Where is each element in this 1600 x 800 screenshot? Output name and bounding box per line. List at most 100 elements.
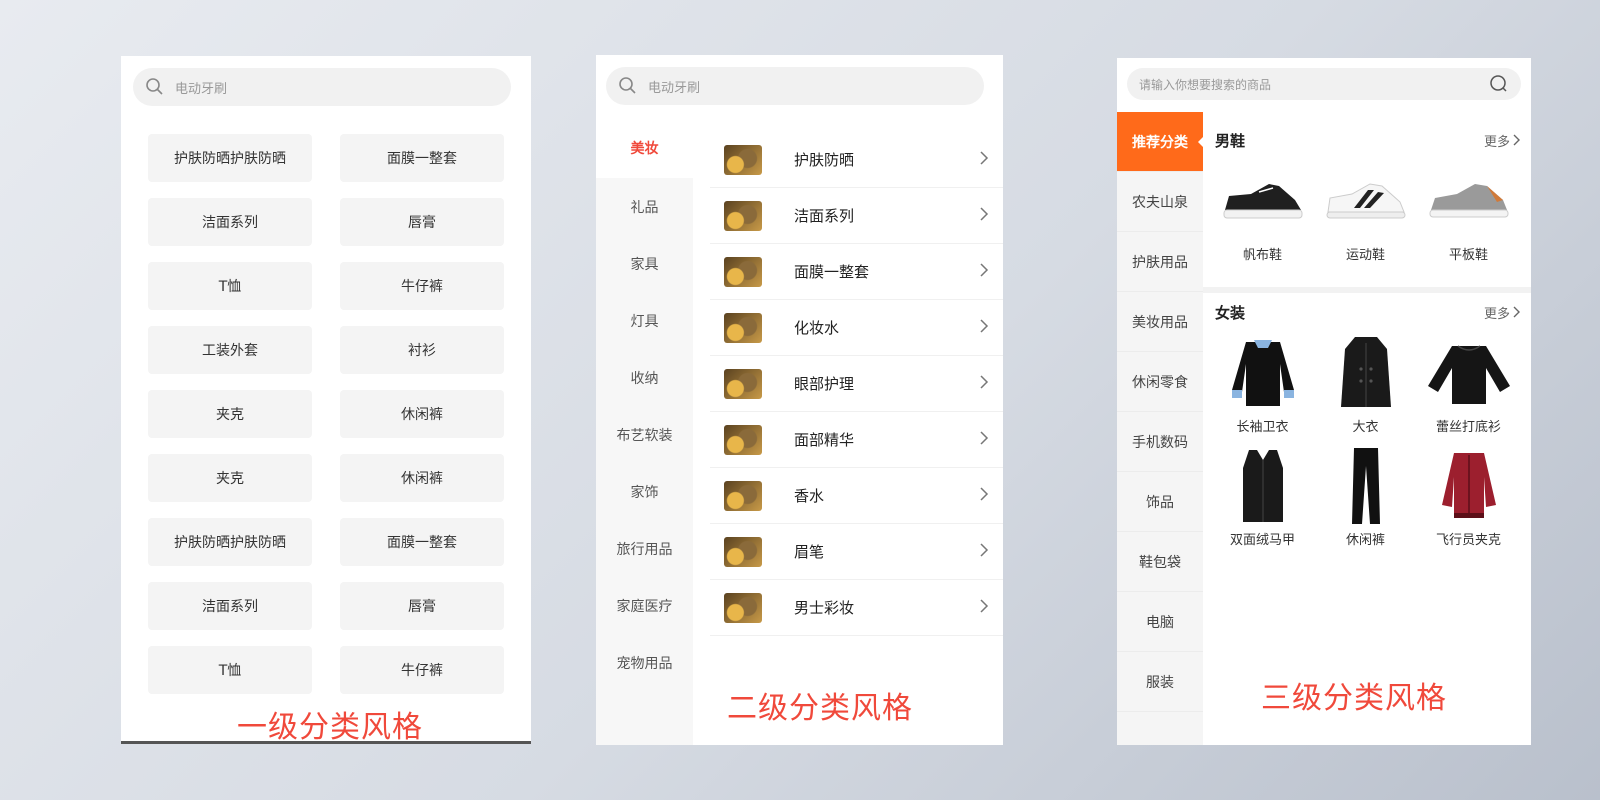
list-item-label: 洁面系列 <box>794 207 855 225</box>
sidebar-item[interactable]: 旅行用品 <box>596 520 693 577</box>
sidebar-item[interactable]: 鞋包袋 <box>1117 532 1203 592</box>
list-item-label: 男士彩妆 <box>794 599 855 617</box>
sidebar-item[interactable]: 休闲零食 <box>1117 352 1203 412</box>
chevron-right-icon <box>980 207 989 221</box>
category-chip[interactable]: 护肤防晒护肤防晒 <box>148 518 312 566</box>
sidebar-item[interactable]: 美妆 <box>596 118 693 178</box>
category-chip[interactable]: 牛仔裤 <box>340 646 504 694</box>
search-placeholder: 电动牙刷 <box>175 81 228 97</box>
sidebar-item[interactable]: 手机数码 <box>1117 412 1203 472</box>
list-item[interactable]: 男士彩妆 <box>710 580 1003 636</box>
product-item[interactable]: 蕾丝打底衫 <box>1417 334 1520 435</box>
list-item-label: 面部精华 <box>794 431 855 449</box>
chevron-right-icon <box>980 487 989 501</box>
product-thumbnail <box>724 368 762 399</box>
product-image-bomber-jacket <box>1424 447 1514 525</box>
sidebar-item[interactable]: 收纳 <box>596 349 693 406</box>
more-link[interactable]: 更多 <box>1484 131 1521 150</box>
product-item[interactable]: 飞行员夹克 <box>1417 447 1520 548</box>
search-bar[interactable]: 电动牙刷 <box>606 67 984 105</box>
sidebar-item[interactable]: 美妆用品 <box>1117 292 1203 352</box>
category-chip[interactable]: 面膜一整套 <box>340 518 504 566</box>
product-thumbnail <box>724 312 762 343</box>
category-chip[interactable]: T恤 <box>148 646 312 694</box>
category-chip[interactable]: T恤 <box>148 262 312 310</box>
product-grid: 帆布鞋 运动鞋 平板鞋 <box>1203 162 1531 263</box>
sidebar-item[interactable]: 饰品 <box>1117 472 1203 532</box>
list-item[interactable]: 面膜一整套 <box>710 244 1003 300</box>
list-item[interactable]: 面部精华 <box>710 412 1003 468</box>
product-item[interactable]: 大衣 <box>1314 334 1417 435</box>
product-item[interactable]: 帆布鞋 <box>1211 162 1314 263</box>
third-level-category-panel: 请输入你想要搜索的商品 推荐分类 农夫山泉 护肤用品 美妆用品 休闲零食 手机数… <box>1117 58 1531 745</box>
category-chip[interactable]: 洁面系列 <box>148 582 312 630</box>
search-bar[interactable]: 电动牙刷 <box>133 68 511 106</box>
product-name: 蕾丝打底衫 <box>1435 420 1501 435</box>
category-chip[interactable]: 面膜一整套 <box>340 134 504 182</box>
category-chip[interactable]: 休闲裤 <box>340 454 504 502</box>
product-name: 飞行员夹克 <box>1435 533 1501 548</box>
product-item[interactable]: 休闲裤 <box>1314 447 1417 548</box>
product-item[interactable]: 平板鞋 <box>1417 162 1520 263</box>
section-mens-shoes: 男鞋 更多 帆布鞋 运动鞋 平板鞋 <box>1203 124 1531 263</box>
category-chip[interactable]: 休闲裤 <box>340 390 504 438</box>
category-chip[interactable]: 衬衫 <box>340 326 504 374</box>
sidebar-item[interactable]: 服装 <box>1117 652 1203 712</box>
sidebar-item[interactable]: 家庭医疗 <box>596 577 693 634</box>
chevron-right-icon <box>980 431 989 445</box>
category-chip[interactable]: 夹克 <box>148 454 312 502</box>
chevron-right-icon <box>980 151 989 165</box>
search-icon <box>146 78 163 95</box>
product-item[interactable]: 长袖卫衣 <box>1211 334 1314 435</box>
more-label: 更多 <box>1483 134 1510 150</box>
sidebar-item[interactable]: 布艺软装 <box>596 406 693 463</box>
sidebar-item[interactable]: 推荐分类 <box>1117 112 1204 172</box>
search-icon <box>1490 75 1507 92</box>
product-image-lace-top <box>1424 334 1514 412</box>
sidebar-item[interactable]: 电脑 <box>1117 592 1203 652</box>
product-thumbnail <box>724 480 762 511</box>
list-item[interactable]: 眉笔 <box>710 524 1003 580</box>
list-item[interactable]: 眼部护理 <box>710 356 1003 412</box>
sidebar-item[interactable]: 灯具 <box>596 292 693 349</box>
chevron-right-icon <box>1513 134 1520 146</box>
style-caption: 二级分类风格 <box>727 691 913 726</box>
product-name: 平板鞋 <box>1448 248 1488 263</box>
sidebar-item[interactable]: 礼品 <box>596 178 693 235</box>
style-caption: 一级分类风格 <box>237 710 423 744</box>
sidebar-item[interactable]: 家饰 <box>596 463 693 520</box>
category-sidebar: 美妆 礼品 家具 灯具 收纳 布艺软装 家饰 旅行用品 家庭医疗 宠物用品 <box>596 118 693 745</box>
section-womens-clothing: 女装 更多 长袖卫衣 大衣 蕾丝打底衫 双面绒马甲 休闲裤 飞行员夹克 <box>1203 296 1531 548</box>
product-thumbnail <box>724 592 762 623</box>
product-image-vest <box>1218 447 1308 525</box>
second-level-category-panel: 电动牙刷 美妆 礼品 家具 灯具 收纳 布艺软装 家饰 旅行用品 家庭医疗 宠物… <box>596 55 1003 745</box>
category-chip-grid: 护肤防晒护肤防晒 面膜一整套 洁面系列 唇膏 T恤 牛仔裤 工装外套 衬衫 夹克… <box>148 134 504 694</box>
category-chip[interactable]: 工装外套 <box>148 326 312 374</box>
product-thumbnail <box>724 144 762 175</box>
product-grid: 长袖卫衣 大衣 蕾丝打底衫 双面绒马甲 休闲裤 飞行员夹克 <box>1203 334 1531 548</box>
sidebar-item[interactable]: 家具 <box>596 235 693 292</box>
product-thumbnail <box>724 536 762 567</box>
category-chip[interactable]: 牛仔裤 <box>340 262 504 310</box>
sidebar-item[interactable]: 宠物用品 <box>596 634 693 691</box>
category-chip[interactable]: 唇膏 <box>340 198 504 246</box>
section-header: 女装 更多 <box>1203 296 1531 328</box>
category-chip[interactable]: 洁面系列 <box>148 198 312 246</box>
list-item[interactable]: 护肤防晒 <box>710 132 1003 188</box>
product-item[interactable]: 双面绒马甲 <box>1211 447 1314 548</box>
list-item[interactable]: 洁面系列 <box>710 188 1003 244</box>
section-divider <box>1203 287 1531 293</box>
list-item[interactable]: 香水 <box>710 468 1003 524</box>
product-item[interactable]: 运动鞋 <box>1314 162 1417 263</box>
list-item[interactable]: 化妆水 <box>710 300 1003 356</box>
category-chip[interactable]: 护肤防晒护肤防晒 <box>148 134 312 182</box>
section-title: 男鞋 <box>1215 131 1246 150</box>
category-chip[interactable]: 唇膏 <box>340 582 504 630</box>
category-chip[interactable]: 夹克 <box>148 390 312 438</box>
product-name: 运动鞋 <box>1345 248 1385 263</box>
product-image-flat-shoe <box>1424 162 1514 240</box>
search-bar[interactable]: 请输入你想要搜索的商品 <box>1127 68 1521 100</box>
sidebar-item[interactable]: 农夫山泉 <box>1117 172 1203 232</box>
more-link[interactable]: 更多 <box>1484 303 1521 322</box>
sidebar-item[interactable]: 护肤用品 <box>1117 232 1203 292</box>
